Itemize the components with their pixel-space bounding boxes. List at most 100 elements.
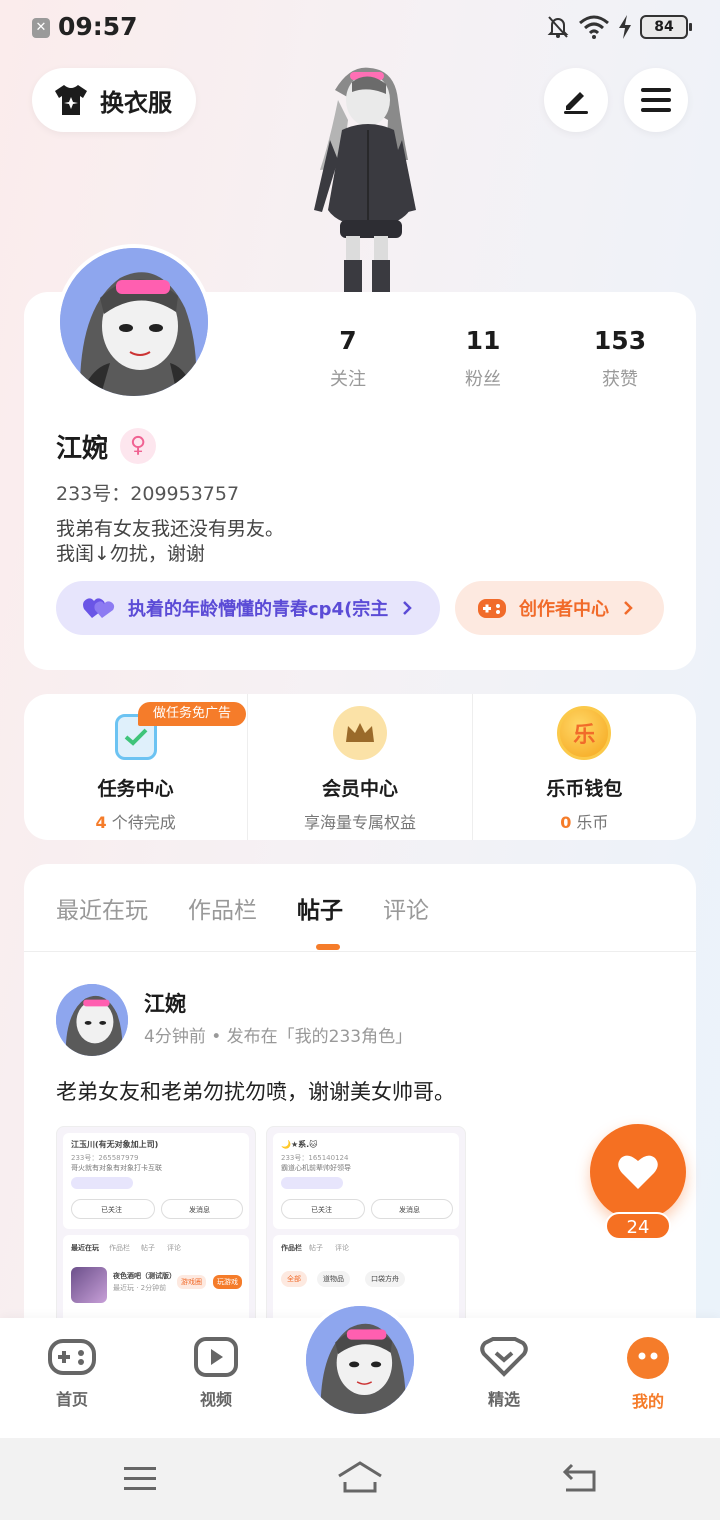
post-meta: 4分钟前 • 发布在「我的233角色」 <box>144 1027 413 1047</box>
tab-comments[interactable]: 评论 <box>383 891 429 925</box>
bio-line-2: 我闺↓勿扰，谢谢 <box>56 543 205 565</box>
status-bar: ✕ 09:57 84 <box>0 0 720 56</box>
mini-filter: 口袋方舟 <box>365 1271 405 1287</box>
profile-face-icon <box>627 1337 669 1379</box>
tshirt-icon <box>55 85 87 115</box>
mini-game-meta: 最近玩 · 2分钟前 <box>113 1284 167 1292</box>
charging-icon <box>619 15 631 39</box>
services-card: 任务中心 4 个待完成 会员中心 享海量专属权益 乐 乐币钱包 0 乐币 <box>24 694 696 840</box>
creator-center-label: 创作者中心 <box>519 599 609 620</box>
tab-posts[interactable]: 帖子 <box>297 891 343 925</box>
mini-tab: 评论 <box>167 1244 181 1252</box>
change-outfit-label: 换衣服 <box>100 88 172 117</box>
heart-icon <box>618 1155 658 1189</box>
guild-button[interactable]: 执着的年龄懵懂的青春cp4(宗主 <box>56 581 440 635</box>
recent-apps-icon[interactable] <box>122 1464 158 1494</box>
mini-followed: 已关注 <box>311 1206 332 1214</box>
active-tab-indicator <box>316 944 340 950</box>
bio: 我弟有女友我还没有男友。 我闺↓勿扰，谢谢 <box>56 517 616 567</box>
coin-wallet[interactable]: 乐 乐币钱包 0 乐币 <box>471 694 696 840</box>
change-outfit-button[interactable]: 换衣服 <box>32 68 196 132</box>
battery-icon: 84 <box>640 15 692 39</box>
member-center-title: 会员中心 <box>321 778 398 800</box>
fans-count: 11 <box>465 326 501 355</box>
fans-label: 粉丝 <box>465 369 501 390</box>
nav-featured-label: 精选 <box>487 1390 520 1409</box>
user-id[interactable]: 233号：209953757 <box>56 479 239 506</box>
task-ad-badge: 做任务免广告 <box>138 702 246 726</box>
nav-home-label: 首页 <box>55 1390 88 1409</box>
following-label: 关注 <box>330 369 366 390</box>
avatar-illustration <box>60 248 208 396</box>
nav-center-avatar[interactable] <box>302 1302 418 1418</box>
mini-tab: 最近在玩 <box>71 1244 99 1252</box>
menu-button[interactable] <box>624 68 688 132</box>
mini-uid: 233号：265587979 <box>71 1154 139 1162</box>
mini-tab: 帖子 <box>141 1244 155 1252</box>
tab-works[interactable]: 作品栏 <box>188 891 257 925</box>
mini-tab: 帖子 <box>309 1244 323 1252</box>
profile-tabs: 最近在玩 作品栏 帖子 评论 <box>24 864 696 952</box>
avatar-illustration <box>306 1306 414 1414</box>
video-icon <box>194 1337 238 1377</box>
edit-button[interactable] <box>544 68 608 132</box>
gamepad-icon <box>478 599 506 618</box>
mini-game-btn1: 游戏圈 <box>177 1275 206 1289</box>
nav-featured[interactable]: 精选 <box>459 1336 549 1410</box>
mini-game-btn2: 玩游戏 <box>213 1275 242 1289</box>
task-center-sub: 4 个待完成 <box>95 813 176 832</box>
avatar-3d-figure[interactable] <box>290 60 440 295</box>
bio-line-1: 我弟有女友我还没有男友。 <box>56 518 285 540</box>
mini-filter: 道物品 <box>317 1271 350 1287</box>
post-image-1[interactable]: 江玉川(有无对象加上司) 233号：265587979 哥火就有对象有对象打卡互… <box>56 1126 256 1326</box>
stat-likes[interactable]: 153 获赞 <box>565 326 675 391</box>
stat-fans[interactable]: 11 粉丝 <box>428 326 538 391</box>
nav-mine[interactable]: 我的 <box>603 1336 693 1412</box>
mini-bio: 霸道心机前辈帅好领导 <box>281 1164 351 1172</box>
post-image-2[interactable]: 🌙★系.🐱 233号：165140124 霸道心机前辈帅好领导 已关注 发消息 … <box>266 1126 466 1326</box>
avatar-illustration <box>56 984 128 1056</box>
task-center-title: 任务中心 <box>97 778 174 800</box>
guild-label: 执着的年龄懵懂的青春cp4(宗主 <box>128 599 389 620</box>
mini-filter: 全部 <box>281 1271 307 1287</box>
gamepad-icon <box>48 1339 96 1375</box>
creator-center-button[interactable]: 创作者中心 <box>455 581 664 635</box>
member-center[interactable]: 会员中心 享海量专属权益 <box>247 694 471 840</box>
coin-wallet-sub: 0 乐币 <box>560 813 609 832</box>
tab-recent-played[interactable]: 最近在玩 <box>56 891 148 925</box>
mini-followed: 已关注 <box>101 1206 122 1214</box>
mini-message: 发消息 <box>399 1206 420 1214</box>
member-center-sub: 享海量专属权益 <box>303 813 416 832</box>
crown-icon <box>332 706 387 760</box>
stat-following[interactable]: 7 关注 <box>293 326 403 391</box>
wifi-icon <box>579 15 609 39</box>
nav-video[interactable]: 视频 <box>171 1336 261 1410</box>
mini-profile-card: 江玉川(有无对象加上司) 233号：265587979 哥火就有对象有对象打卡互… <box>63 1133 249 1229</box>
mini-bio: 哥火就有对象有对象打卡互联 <box>71 1164 162 1172</box>
nav-home[interactable]: 首页 <box>27 1336 117 1410</box>
mini-message: 发消息 <box>189 1206 210 1214</box>
post-author-name[interactable]: 江婉 <box>144 988 186 1018</box>
hamburger-icon <box>641 88 671 112</box>
coin-icon: 乐 <box>557 706 612 760</box>
close-icon: ✕ <box>32 18 50 38</box>
home-icon[interactable] <box>336 1460 384 1494</box>
mini-tabs-card: 最近在玩 作品栏 帖子 评论 夜色酒吧（测试版） 最近玩 · 2分钟前 游戏圈 … <box>63 1235 249 1325</box>
post-author-avatar[interactable] <box>56 984 128 1056</box>
nav-video-label: 视频 <box>199 1390 232 1409</box>
heart-gem-icon <box>480 1337 528 1377</box>
mini-uid: 233号：165140124 <box>281 1154 349 1162</box>
mini-profile-card: 🌙★系.🐱 233号：165140124 霸道心机前辈帅好领导 已关注 发消息 <box>273 1133 459 1229</box>
mini-game-name: 夜色酒吧（测试版） <box>113 1272 176 1280</box>
mini-tab: 作品栏 <box>281 1244 302 1252</box>
likes-count: 153 <box>593 326 647 355</box>
avatar[interactable] <box>56 244 212 400</box>
following-count: 7 <box>339 326 357 355</box>
mini-name: 🌙★系.🐱 <box>281 1140 318 1149</box>
like-button[interactable] <box>590 1124 686 1220</box>
mini-tab: 作品栏 <box>109 1244 130 1252</box>
mini-tab: 评论 <box>335 1244 349 1252</box>
coin-wallet-title: 乐币钱包 <box>546 778 623 800</box>
status-icons: 84 <box>546 14 692 40</box>
back-icon[interactable] <box>560 1462 600 1494</box>
